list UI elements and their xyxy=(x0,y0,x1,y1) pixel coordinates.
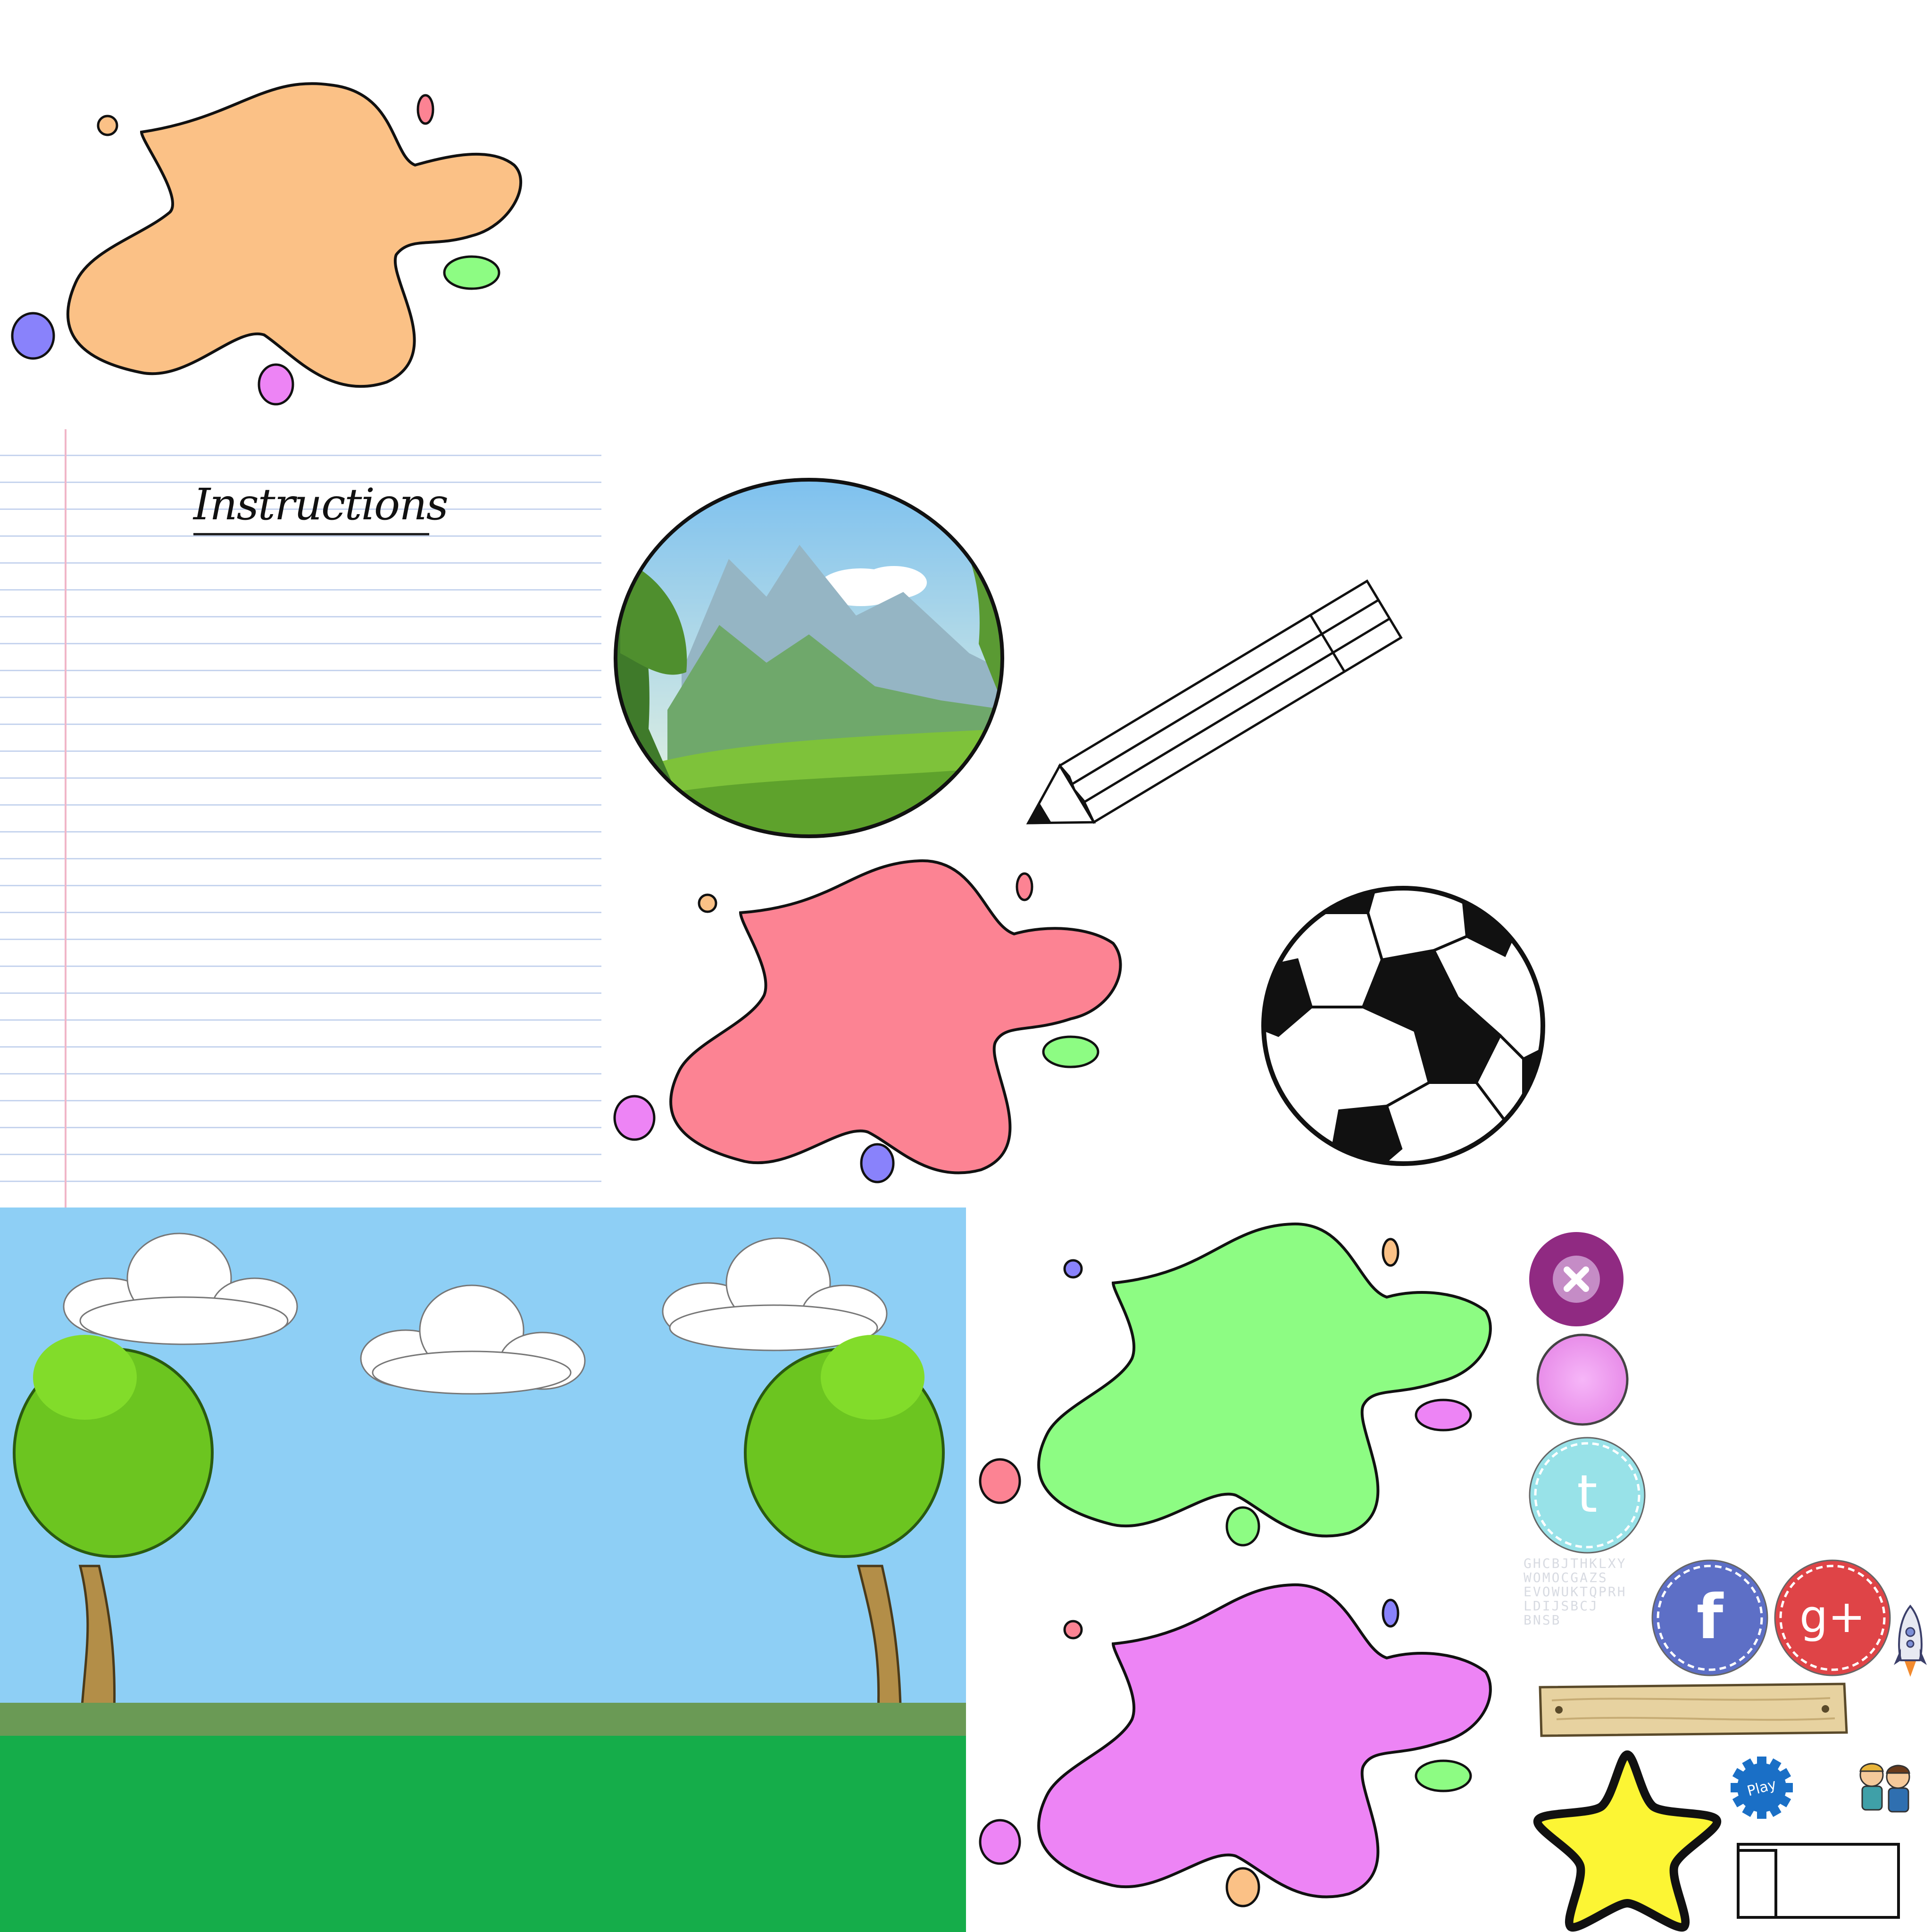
orange-splat-dot-green xyxy=(443,255,500,290)
green-splat-dot-orange xyxy=(1382,1238,1399,1267)
blank-round-button[interactable] xyxy=(1535,1332,1630,1427)
pink-splat-dot-magenta xyxy=(613,1095,656,1141)
star-icon xyxy=(1533,1750,1721,1932)
letter-row: WOMOCGAZS xyxy=(1524,1570,1608,1585)
orange-splat-dot-pink xyxy=(416,94,434,125)
google-plus-icon: g+ xyxy=(1799,1591,1865,1643)
green-splat xyxy=(979,1222,1492,1547)
letter-row: LDIJSBCJ xyxy=(1524,1598,1599,1614)
orange-splat-dot-magenta xyxy=(258,363,294,406)
landscape-circle-image xyxy=(614,478,1004,838)
pink-splat-dot-orange xyxy=(698,893,717,913)
magenta-splat xyxy=(979,1583,1492,1907)
letter-row: GHCBJTHKLXY xyxy=(1524,1557,1627,1571)
google-plus-button[interactable]: g+ xyxy=(1774,1559,1891,1677)
instructions-title: Instructions xyxy=(193,479,449,535)
two-kids-characters xyxy=(1859,1763,1910,1813)
orange-splat-dot-blue xyxy=(11,312,55,360)
rocket-icon xyxy=(1894,1604,1927,1677)
wooden-plank xyxy=(1539,1682,1848,1737)
letter-row: BNSB xyxy=(1524,1612,1561,1627)
pink-splat-dot-blue xyxy=(860,1143,895,1183)
soccer-ball-icon xyxy=(1261,886,1545,1166)
green-splat-dot-pink xyxy=(979,1458,1021,1504)
magenta-splat-dot-magenta xyxy=(979,1819,1021,1865)
letter-grid-logo: GHCBJTHKLXY WOMOCGAZS EVOWUKTQPRH LDIJSB… xyxy=(1524,1557,1651,1627)
magenta-splat-dot-pink xyxy=(1063,1620,1083,1640)
play-button[interactable]: Play xyxy=(1729,1755,1795,1821)
orange-splat xyxy=(11,82,523,406)
green-splat-dot-magenta xyxy=(1415,1399,1472,1432)
pink-splat xyxy=(613,859,1122,1183)
instructions-page: Instructions xyxy=(0,429,601,1208)
magenta-splat-dot-orange xyxy=(1225,1867,1260,1907)
ground xyxy=(0,1736,966,1932)
facebook-icon: f xyxy=(1697,1581,1724,1653)
green-splat-dot-green xyxy=(1225,1506,1260,1547)
orange-splat-body xyxy=(66,82,523,388)
tumblr-button[interactable]: t xyxy=(1528,1436,1646,1554)
pink-splat-body xyxy=(669,859,1122,1174)
blank-card xyxy=(1737,1843,1900,1919)
green-splat-dot-blue xyxy=(1063,1259,1083,1279)
pencil-icon xyxy=(1026,579,1403,824)
facebook-button[interactable]: f xyxy=(1651,1559,1769,1677)
magenta-splat-dot-green xyxy=(1415,1759,1472,1792)
orange-splat-dot-orange xyxy=(97,115,118,136)
magenta-splat-dot-blue xyxy=(1382,1599,1399,1628)
game-background-scene xyxy=(0,1208,966,1932)
grass-tufts xyxy=(0,1703,966,1740)
letter-row: EVOWUKTQPRH xyxy=(1524,1584,1627,1599)
close-button[interactable] xyxy=(1528,1231,1625,1328)
magenta-splat-body xyxy=(1037,1583,1492,1899)
tumblr-icon: t xyxy=(1577,1464,1597,1524)
pink-splat-dot-pink xyxy=(1016,872,1033,901)
green-splat-body xyxy=(1037,1222,1492,1538)
pink-splat-dot-green xyxy=(1042,1035,1099,1068)
